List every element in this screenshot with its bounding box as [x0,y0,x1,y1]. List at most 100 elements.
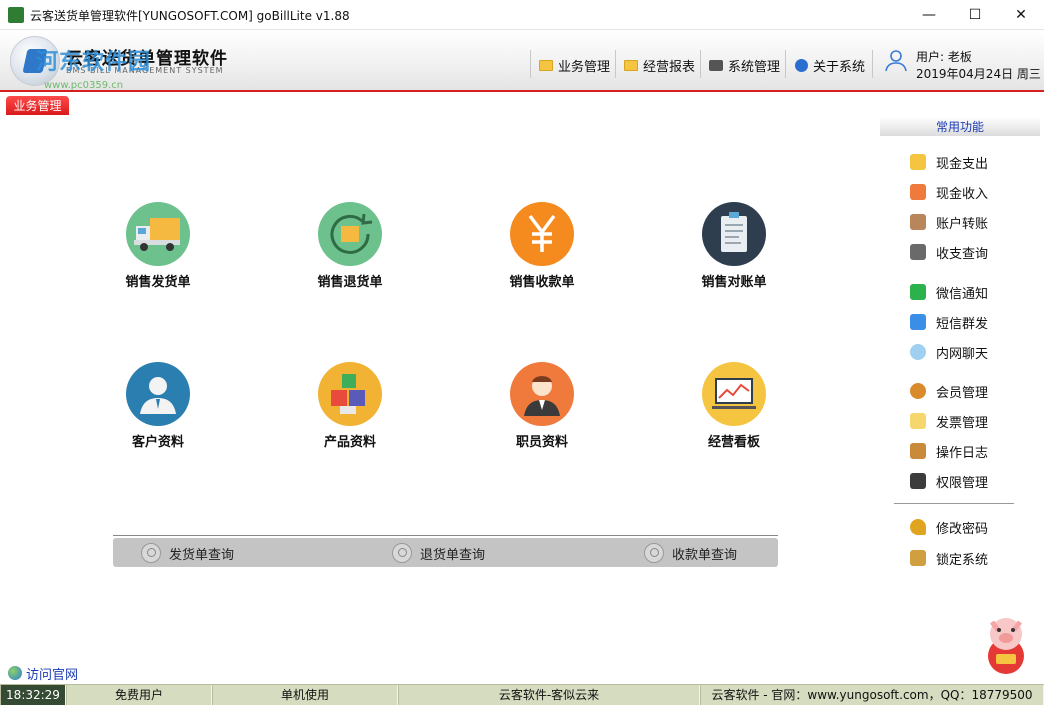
side-item-lock-system[interactable]: 锁定系统 [910,548,988,568]
invoice-icon [910,413,926,429]
status-bar: 18:32:29 免费用户 单机使用 云客软件-客似云来 云客软件 - 官网：w… [0,684,1044,705]
side-item-label: 现金收入 [936,186,989,202]
app-header: 云客送货单管理软件 BMS BILL MANAGEMENT SYSTEM 河东软… [0,30,1044,92]
monitor-icon [910,473,926,489]
side-item-sms[interactable]: 短信群发 [910,312,988,332]
side-item-label: 锁定系统 [936,552,989,568]
folder-icon [624,59,638,71]
side-item-invoices[interactable]: 发票管理 [910,411,988,431]
return-query-button[interactable]: 退货单查询 [392,542,485,564]
side-item-transfer[interactable]: 账户转账 [910,212,988,232]
tile-label: 销售对账单 [701,275,767,290]
side-item-label: 会员管理 [936,385,989,401]
app-icon [8,7,24,23]
search-icon [141,543,161,563]
settings-icon [709,59,723,71]
tile-label: 职员资料 [515,435,568,450]
query-label: 收款单查询 [672,547,738,563]
pig-mascot-icon [988,618,1024,674]
side-item-ledger-query[interactable]: 收支查询 [910,242,988,262]
visit-website-link[interactable]: 访问官网 [8,665,79,683]
tile-label: 经营看板 [707,435,760,450]
chat-icon [910,344,926,360]
menu-system[interactable]: 系统管理 [709,54,780,76]
side-item-label: 权限管理 [936,475,989,491]
side-item-permissions[interactable]: 权限管理 [910,471,988,491]
tile-label: 销售发货单 [125,275,191,290]
menu-reports[interactable]: 经营报表 [624,54,695,76]
menu-business[interactable]: 业务管理 [539,54,610,76]
watermark-url: www.pc0359.cn [44,80,124,91]
side-item-cash-in[interactable]: 现金收入 [910,182,988,202]
side-item-members[interactable]: 会员管理 [910,381,988,401]
menu-label: 系统管理 [728,59,781,75]
side-item-label: 短信群发 [936,316,989,332]
status-clock: 18:32:29 [0,685,66,705]
menu-separator [785,50,786,78]
staff-icon [510,362,574,426]
user-icon [885,50,907,72]
tab-business[interactable]: 业务管理 [6,96,69,115]
tile-staff[interactable]: 职员资料 [482,362,602,472]
tile-sales-receipt[interactable]: 销售收款单 [482,202,602,312]
side-item-label: 收支查询 [936,246,989,262]
sms-icon [910,314,926,330]
query-bar: 发货单查询 退货单查询 收款单查询 [113,538,778,567]
tile-products[interactable]: 产品资料 [290,362,410,472]
help-icon [795,58,808,72]
lock-icon [910,550,926,566]
status-slogan: 云客软件-客似云来 [398,685,700,705]
side-item-label: 修改密码 [936,521,989,537]
menu-label: 关于系统 [813,59,866,75]
current-date: 2019年04月24日 周三 [916,67,1041,81]
tile-customers[interactable]: 客户资料 [98,362,218,472]
tile-label: 销售收款单 [509,275,575,290]
visit-website-label: 访问官网 [26,667,79,683]
products-icon [318,362,382,426]
side-panel-title: 常用功能 [880,118,1040,136]
tile-sales-statement[interactable]: 销售对账单 [674,202,794,312]
side-item-cash-out[interactable]: 现金支出 [910,152,988,172]
query-label: 退货单查询 [420,547,486,563]
cash-out-icon [910,154,926,170]
transfer-icon [910,214,926,230]
side-item-label: 操作日志 [936,445,989,461]
tile-label: 销售退货单 [317,275,383,290]
minimize-button[interactable]: — [906,0,952,30]
watermark-text: 河东软件园 [36,50,152,75]
side-item-wechat[interactable]: 微信通知 [910,282,988,302]
query-label: 发货单查询 [169,547,235,563]
side-item-label: 账户转账 [936,216,989,232]
current-user: 用户: 老板 [916,50,972,64]
window-title: 云客送货单管理软件[YUNGOSOFT.COM] goBillLite v1.8… [30,9,350,23]
side-item-chat[interactable]: 内网聊天 [910,342,988,362]
menu-about[interactable]: 关于系统 [795,54,865,76]
side-item-change-password[interactable]: 修改密码 [910,517,988,537]
key-icon [910,519,926,535]
window-title-bar: 云客送货单管理软件[YUNGOSOFT.COM] goBillLite v1.8… [0,0,1044,30]
tile-sales-return[interactable]: 销售退货单 [290,202,410,312]
menu-separator [615,50,616,78]
yen-icon [510,202,574,266]
menu-separator [872,50,873,78]
menu-separator [530,50,531,78]
globe-icon [8,666,22,680]
side-item-label: 发票管理 [936,415,989,431]
tile-sales-delivery[interactable]: 销售发货单 [98,202,218,312]
status-mode: 单机使用 [212,685,398,705]
menu-label: 经营报表 [643,59,696,75]
cash-in-icon [910,184,926,200]
side-item-label: 内网聊天 [936,346,989,362]
wechat-icon [910,284,926,300]
folder-icon [539,59,553,71]
status-user-type: 免费用户 [66,685,212,705]
member-icon [910,383,926,399]
delivery-query-button[interactable]: 发货单查询 [141,542,234,564]
side-item-log[interactable]: 操作日志 [910,441,988,461]
close-button[interactable]: ✕ [998,0,1044,30]
menu-label: 业务管理 [558,59,611,75]
receipt-query-button[interactable]: 收款单查询 [644,542,737,564]
maximize-button[interactable]: ☐ [952,0,998,30]
status-site-info: 云客软件 - 官网：www.yungosoft.com，QQ：18779500 [700,685,1044,705]
tile-dashboard[interactable]: 经营看板 [674,362,794,472]
